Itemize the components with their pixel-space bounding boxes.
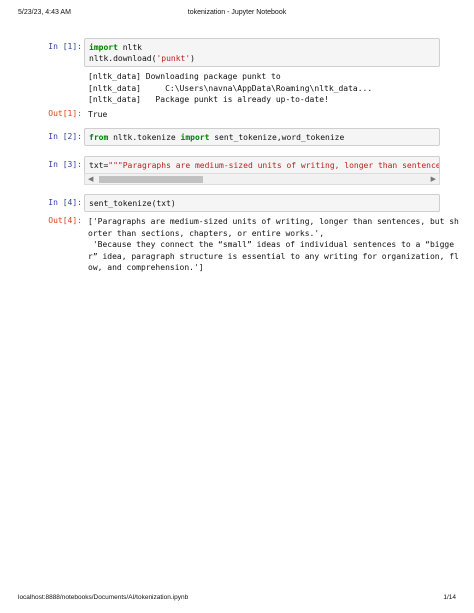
page-number: 1/14 xyxy=(443,594,456,601)
output-prompt: Out[4]: xyxy=(48,216,82,225)
keyword: from xyxy=(89,133,109,142)
string-literal: 'punkt' xyxy=(156,54,191,63)
string-literal: """Paragraphs are medium-sized units of … xyxy=(108,161,440,170)
output-prompt: Out[1]: xyxy=(48,109,82,118)
code-text: nltk xyxy=(117,43,142,52)
scrollbar-thumb[interactable] xyxy=(99,176,203,183)
code-editor[interactable]: sent_tokenize(txt) xyxy=(84,194,440,212)
code-text: nltk.download( xyxy=(89,54,157,63)
input-prompt: In [4]: xyxy=(48,198,82,207)
print-url: localhost:8888/notebooks/Documents/AI/to… xyxy=(18,594,189,601)
output-result: True xyxy=(88,110,108,119)
keyword: import xyxy=(89,43,118,52)
scroll-right-icon[interactable]: ▶ xyxy=(431,175,436,183)
output-result: ['Paragraphs are medium-sized units of w… xyxy=(88,217,459,272)
code-text: sent_tokenize,word_tokenize xyxy=(209,133,345,142)
code-editor[interactable]: import nltk nltk.download('punkt') xyxy=(84,38,440,67)
print-title: tokenization - Jupyter Notebook xyxy=(187,9,287,16)
input-prompt: In [3]: xyxy=(48,160,82,169)
code-text: nltk.tokenize xyxy=(108,133,181,142)
horizontal-scrollbar[interactable]: ◀ ▶ xyxy=(84,173,440,185)
code-text: ) xyxy=(190,54,195,63)
code-editor[interactable]: txt="""Paragraphs are medium-sized units… xyxy=(84,156,440,174)
scroll-left-icon[interactable]: ◀ xyxy=(88,175,93,183)
input-prompt: In [2]: xyxy=(48,132,82,141)
code-text: txt= xyxy=(89,161,109,170)
code-editor[interactable]: from nltk.tokenize import sent_tokenize,… xyxy=(84,128,440,146)
input-prompt: In [1]: xyxy=(48,42,82,51)
keyword: import xyxy=(180,133,210,142)
stream-output: [nltk_data] Downloading package punkt to… xyxy=(88,72,373,104)
